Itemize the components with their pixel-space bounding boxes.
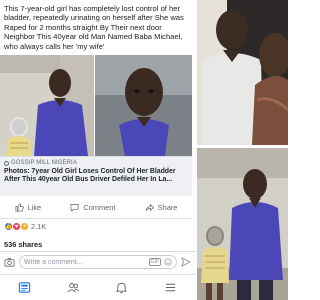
photo-man-and-girl [0,55,94,156]
link-preview[interactable]: GOSSIP MILL NIGERIA Photos: 7year Old Gi… [0,156,192,196]
wow-reaction-icon: • [20,222,29,231]
right-photo-top [197,0,288,145]
camera-icon[interactable] [4,257,15,268]
post-photo-right[interactable] [95,55,192,156]
reaction-count: 2.1K [31,222,47,231]
link-title[interactable]: Photos: 7year Old Girl Loses Control Of … [4,168,188,185]
post-photo-left[interactable] [0,55,94,156]
friends-icon[interactable] [67,281,80,294]
comment-label: Comment [83,203,116,212]
send-icon[interactable] [181,257,191,267]
notifications-bell-icon[interactable] [115,281,128,294]
photo-man-and-girl-standing [197,148,288,300]
facebook-post: This 7-year-old girl has completely lost… [0,0,195,300]
thumbs-up-icon [15,203,24,212]
right-photo-bottom [197,148,288,300]
comment-icon [70,203,79,212]
emoji-icon[interactable] [164,258,172,266]
post-actions: Like Comment Share [0,197,192,219]
source-icon [4,160,9,166]
comment-button[interactable]: Comment [70,203,115,212]
bottom-navigation [0,274,195,300]
share-button[interactable]: Share [145,203,178,212]
share-count[interactable]: 536 shares [4,240,42,249]
share-icon [145,204,154,211]
reactions-summary[interactable]: 👍 ♥ • 2.1K [4,222,46,231]
like-button[interactable]: Like [15,203,42,212]
photo-man-closeup [95,55,192,156]
gif-button[interactable]: GIF [148,258,161,266]
comment-bar: Write a comment... GIF [0,251,195,272]
news-feed-icon[interactable] [18,281,31,294]
link-source-name: GOSSIP MILL NIGERIA [11,160,77,166]
like-label: Like [27,203,42,212]
post-text: This 7-year-old girl has completely lost… [4,4,184,51]
photo-man-and-woman [197,0,288,145]
menu-icon[interactable] [164,281,177,294]
comment-input[interactable]: Write a comment... GIF [19,255,177,269]
share-label: Share [157,203,178,212]
comment-placeholder: Write a comment... [24,258,83,266]
